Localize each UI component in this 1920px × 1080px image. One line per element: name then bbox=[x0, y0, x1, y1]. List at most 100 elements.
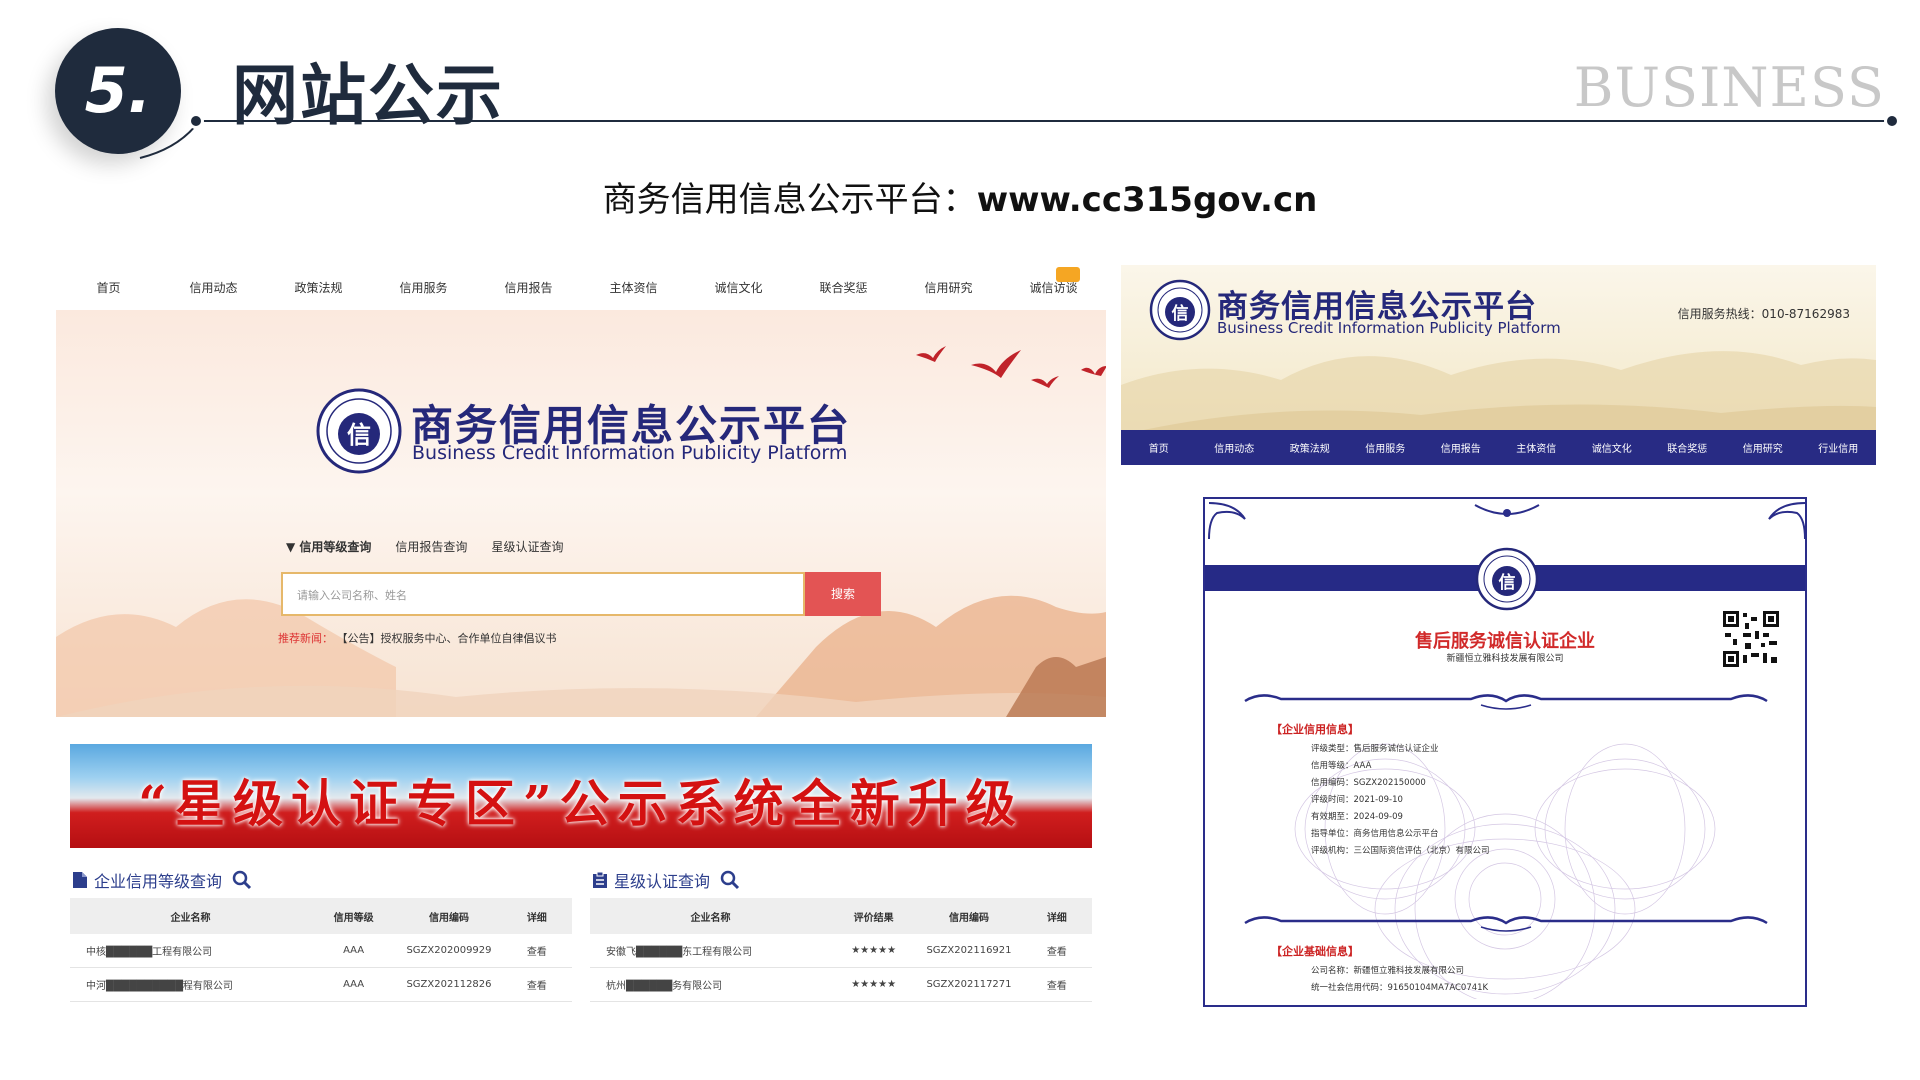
news-label: 推荐新闻： bbox=[278, 632, 333, 645]
company-search-input[interactable]: 请输入公司名称、姓名 bbox=[281, 572, 805, 616]
cell-code: SGZX202116921 bbox=[926, 945, 1012, 956]
nav-item-service[interactable]: 信用服务 bbox=[371, 279, 476, 296]
svg-text:信: 信 bbox=[347, 421, 371, 449]
credit-table-title: 企业信用等级查询 bbox=[94, 872, 223, 891]
certificate-company: 新疆恒立雅科技发展有限公司 bbox=[1446, 654, 1564, 664]
view-link[interactable]: 查看 bbox=[1022, 943, 1092, 958]
recommended-news: 推荐新闻： 【公告】授权服务中心、合作单位自律倡议书 bbox=[278, 630, 557, 646]
birds-illustration bbox=[916, 346, 1106, 388]
star-certification-banner[interactable]: “星级认证专区”公示系统全新升级 bbox=[70, 744, 1092, 848]
nav2-item-news[interactable]: 信用动态 bbox=[1197, 440, 1273, 455]
tab-credit-report[interactable]: 信用报告查询 bbox=[395, 538, 467, 555]
nav2-item-rewards[interactable]: 联合奖惩 bbox=[1650, 440, 1726, 455]
nav2-item-research[interactable]: 信用研究 bbox=[1725, 440, 1801, 455]
cell-company: 中河██████████程有限公司 bbox=[86, 981, 233, 992]
certificate-screenshot: 信 售后服务诚信认证企业 新疆恒立雅科技发展有限公司 【企业信用信息】 评级类型… bbox=[1203, 497, 1807, 1007]
platform-url: www.cc315gov.cn bbox=[976, 180, 1318, 220]
info-rating-date: 评级时间：2021-09-10 bbox=[1311, 795, 1403, 805]
search-button[interactable]: 搜索 bbox=[805, 572, 881, 616]
nav2-item-culture[interactable]: 诚信文化 bbox=[1574, 440, 1650, 455]
nav-item-home[interactable]: 首页 bbox=[56, 279, 161, 296]
table-row: 中河██████████程有限公司 AAA SGZX202112826 查看 bbox=[70, 968, 572, 1002]
svg-text:信: 信 bbox=[1499, 572, 1516, 593]
table-row: 杭州██████务有限公司 ★★★★★ SGZX202117271 查看 bbox=[590, 968, 1092, 1002]
certificate-title: 售后服务诚信认证企业 bbox=[1415, 631, 1595, 652]
divider-dot-right bbox=[1884, 113, 1900, 129]
view-link[interactable]: 查看 bbox=[502, 943, 572, 958]
table-row: 中核██████工程有限公司 AAA SGZX202009929 查看 bbox=[70, 934, 572, 968]
basic-info-list: 公司名称：新疆恒立雅科技发展有限公司 统一社会信用代码：91650104MA7A… bbox=[1311, 963, 1488, 997]
news-link[interactable]: 【公告】授权服务中心、合作单位自律倡议书 bbox=[337, 632, 557, 645]
credit-table-header: 企业信用等级查询 bbox=[70, 862, 572, 898]
col-detail: 详细 bbox=[526, 912, 547, 924]
search-icon[interactable] bbox=[720, 870, 740, 890]
svg-text:信: 信 bbox=[1172, 303, 1189, 324]
header-nav-bar: 首页 信用动态 政策法规 信用服务 信用报告 主体资信 诚信文化 联合奖惩 信用… bbox=[1121, 430, 1876, 465]
nav-item-rewards[interactable]: 联合奖惩 bbox=[791, 279, 896, 296]
table-row: 安徽飞██████东工程有限公司 ★★★★★ SGZX202116921 查看 bbox=[590, 934, 1092, 968]
document-icon bbox=[73, 872, 87, 888]
tab-star-certification[interactable]: 星级认证查询 bbox=[491, 538, 563, 555]
view-link[interactable]: 查看 bbox=[1022, 977, 1092, 992]
info-guide-unit: 指导单位：商务信用信息公示平台 bbox=[1311, 829, 1439, 839]
slide-title: 网站公示 bbox=[232, 57, 504, 134]
ornamental-divider bbox=[1244, 916, 1768, 932]
nav-item-news[interactable]: 信用动态 bbox=[161, 279, 266, 296]
star-table-header: 星级认证查询 bbox=[590, 862, 1092, 898]
nav-item-research[interactable]: 信用研究 bbox=[896, 279, 1001, 296]
cell-code: SGZX202009929 bbox=[406, 945, 492, 956]
cell-rating: AAA bbox=[343, 979, 365, 990]
platform-logo-icon: 信 bbox=[316, 388, 402, 474]
credit-rating-table: 企业信用等级查询 企业名称 信用等级 信用编码 详细 中核██████工程有限公… bbox=[70, 862, 572, 1002]
nav2-item-report[interactable]: 信用报告 bbox=[1423, 440, 1499, 455]
col-code: 信用编码 bbox=[948, 912, 989, 924]
nav-item-credit[interactable]: 主体资信 bbox=[581, 279, 686, 296]
homepage-nav: 首页 信用动态 政策法规 信用服务 信用报告 主体资信 诚信文化 联合奖惩 信用… bbox=[56, 265, 1106, 310]
search-icon[interactable] bbox=[232, 870, 252, 890]
cell-stars: ★★★★★ bbox=[851, 945, 897, 956]
certificate-seal-icon: 信 bbox=[1475, 547, 1539, 611]
homepage-hero: 信 商务信用信息公示平台 Business Credit Information… bbox=[56, 310, 1106, 717]
info-rating-type: 评级类型：售后服务诚信认证企业 bbox=[1311, 744, 1439, 754]
star-table-title: 星级认证查询 bbox=[614, 872, 711, 891]
cell-rating: AAA bbox=[343, 945, 365, 956]
nav-item-policy[interactable]: 政策法规 bbox=[266, 279, 371, 296]
nav2-item-credit[interactable]: 主体资信 bbox=[1499, 440, 1575, 455]
cell-company: 中核██████工程有限公司 bbox=[86, 947, 213, 958]
star-table-columns: 企业名称 评价结果 信用编码 详细 bbox=[590, 898, 1092, 934]
tab-credit-rating[interactable]: ▼ 信用等级查询 bbox=[286, 538, 371, 555]
col-company: 企业名称 bbox=[170, 912, 211, 924]
cell-company: 安徽飞██████东工程有限公司 bbox=[606, 947, 753, 958]
col-result: 评价结果 bbox=[853, 912, 894, 924]
nav2-item-home[interactable]: 首页 bbox=[1121, 440, 1197, 455]
mountain-illustration bbox=[56, 595, 1106, 717]
platform-label: 商务信用信息公示平台： bbox=[602, 180, 977, 220]
site-header-screenshot: 信 商务信用信息公示平台 Business Credit Information… bbox=[1121, 265, 1876, 465]
nav-item-interview[interactable]: 诚信访谈 bbox=[1001, 279, 1106, 296]
header-divider bbox=[196, 120, 1896, 122]
credit-table-columns: 企业名称 信用等级 信用编码 详细 bbox=[70, 898, 572, 934]
nav-item-report[interactable]: 信用报告 bbox=[476, 279, 581, 296]
info-social-credit-code: 统一社会信用代码：91650104MA7AC0741K bbox=[1311, 983, 1489, 993]
info-rating-agency: 评级机构：三公国际资信评估（北京）有限公司 bbox=[1311, 846, 1490, 856]
service-hotline: 信用服务热线：010-87162983 bbox=[1677, 307, 1850, 321]
homepage-screenshot: 首页 信用动态 政策法规 信用服务 信用报告 主体资信 诚信文化 联合奖惩 信用… bbox=[56, 265, 1106, 717]
view-link[interactable]: 查看 bbox=[502, 977, 572, 992]
info-company-name: 公司名称：新疆恒立雅科技发展有限公司 bbox=[1311, 966, 1465, 976]
star-certification-table: 星级认证查询 企业名称 评价结果 信用编码 详细 安徽飞██████东工程有限公… bbox=[590, 862, 1092, 1002]
cell-company: 杭州██████务有限公司 bbox=[606, 981, 723, 992]
hot-badge-icon bbox=[1056, 267, 1080, 282]
nav2-item-industry[interactable]: 行业信用 bbox=[1801, 440, 1877, 455]
section-number: 5. bbox=[84, 54, 152, 127]
slide-subtitle: 商务信用信息公示平台：www.cc315gov.cn bbox=[0, 172, 1920, 221]
nav-item-culture[interactable]: 诚信文化 bbox=[686, 279, 791, 296]
cell-code: SGZX202117271 bbox=[926, 979, 1012, 990]
cell-stars: ★★★★★ bbox=[851, 979, 897, 990]
nav2-item-policy[interactable]: 政策法规 bbox=[1272, 440, 1348, 455]
col-detail: 详细 bbox=[1046, 912, 1067, 924]
info-credit-code: 信用编码：SGZX202150000 bbox=[1311, 778, 1426, 788]
nav2-item-service[interactable]: 信用服务 bbox=[1348, 440, 1424, 455]
info-valid-until: 有效期至：2024-09-09 bbox=[1311, 812, 1403, 822]
query-tabs: ▼ 信用等级查询 信用报告查询 星级认证查询 bbox=[286, 538, 563, 555]
col-code: 信用编码 bbox=[428, 912, 469, 924]
